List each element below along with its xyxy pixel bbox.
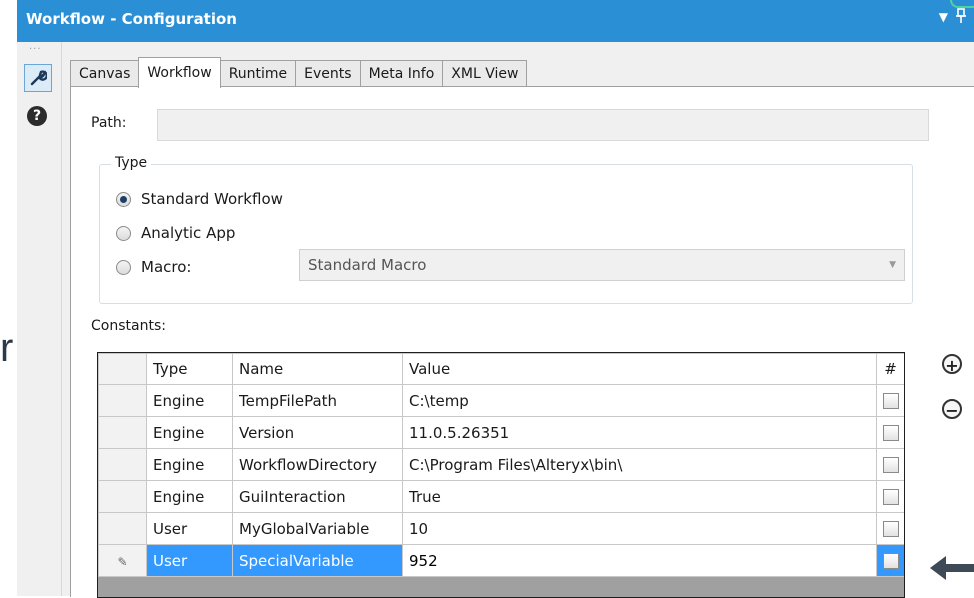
column-header-hash[interactable]: # bbox=[876, 353, 904, 385]
wrench-icon[interactable] bbox=[24, 64, 52, 92]
tab-meta-info[interactable]: Meta Info bbox=[359, 60, 444, 87]
row-header[interactable]: ✎ bbox=[98, 544, 147, 577]
row-checkbox[interactable] bbox=[876, 512, 904, 545]
cell-value[interactable]: 10 bbox=[402, 512, 877, 545]
cell-name[interactable]: WorkflowDirectory bbox=[232, 448, 403, 481]
column-header-value[interactable]: Value bbox=[402, 353, 877, 385]
radio-analytic-app[interactable]: Analytic App bbox=[116, 224, 235, 242]
tab-bar: Canvas Workflow Runtime Events Meta Info… bbox=[70, 57, 528, 88]
cell-name[interactable]: Version bbox=[232, 416, 403, 449]
cell-type[interactable]: Engine bbox=[146, 448, 233, 481]
table-row[interactable]: Engine Version 11.0.5.26351 bbox=[98, 416, 904, 449]
configuration-panel: Canvas Workflow Runtime Events Meta Info… bbox=[62, 42, 974, 598]
cell-type[interactable]: Engine bbox=[146, 416, 233, 449]
column-header-name[interactable]: Name bbox=[232, 353, 403, 385]
table-row-selected[interactable]: ✎ User SpecialVariable 952 bbox=[98, 544, 904, 577]
cell-type[interactable]: User bbox=[146, 544, 233, 577]
row-header[interactable] bbox=[98, 480, 147, 513]
column-header-type[interactable]: Type bbox=[146, 353, 233, 385]
cell-value[interactable]: C:\Program Files\Alteryx\bin\ bbox=[402, 448, 877, 481]
checkbox-icon[interactable] bbox=[882, 393, 899, 409]
checkbox-icon[interactable] bbox=[882, 457, 899, 473]
help-icon[interactable]: ? bbox=[27, 106, 47, 126]
path-field[interactable] bbox=[157, 109, 929, 141]
cell-name[interactable]: SpecialVariable bbox=[232, 544, 403, 577]
radio-label: Macro: bbox=[141, 258, 192, 276]
add-constant-button[interactable]: + bbox=[942, 354, 962, 375]
tab-workflow[interactable]: Workflow bbox=[138, 57, 221, 88]
radio-unchecked-icon[interactable] bbox=[116, 259, 131, 275]
radio-label: Standard Workflow bbox=[141, 190, 283, 208]
type-legend: Type bbox=[111, 155, 152, 171]
chevron-down-icon: ▼ bbox=[889, 260, 896, 270]
row-header[interactable] bbox=[98, 384, 147, 417]
constants-grid: Type Name Value # Engine TempFilePath C:… bbox=[97, 352, 905, 598]
row-header[interactable] bbox=[98, 512, 147, 545]
row-checkbox[interactable] bbox=[876, 544, 904, 577]
cell-name[interactable]: MyGlobalVariable bbox=[232, 512, 403, 545]
table-row[interactable]: Engine TempFilePath C:\temp bbox=[98, 384, 904, 417]
remove-constant-button[interactable]: − bbox=[942, 399, 962, 420]
macro-select-value: Standard Macro bbox=[308, 256, 427, 274]
radio-checked-icon[interactable] bbox=[116, 191, 131, 207]
sidebar: ··· ? bbox=[17, 42, 62, 596]
cell-value[interactable]: C:\temp bbox=[402, 384, 877, 417]
checkbox-icon[interactable] bbox=[882, 553, 899, 569]
table-row[interactable]: Engine GuiInteraction True bbox=[98, 480, 904, 513]
pin-icon[interactable] bbox=[956, 8, 966, 28]
radio-unchecked-icon[interactable] bbox=[116, 225, 131, 241]
macro-type-select[interactable]: Standard Macro ▼ bbox=[299, 249, 905, 281]
radio-macro[interactable]: Macro: bbox=[116, 258, 191, 276]
window-title: Workflow - Configuration bbox=[26, 10, 237, 28]
tab-events[interactable]: Events bbox=[295, 60, 361, 87]
cell-value-editing[interactable]: 952 bbox=[402, 544, 877, 577]
workflow-tab-panel: Path: Type Standard Workflow Analytic Ap… bbox=[70, 86, 974, 598]
corner-decoration bbox=[950, 0, 974, 8]
table-row[interactable]: Engine WorkflowDirectory C:\Program File… bbox=[98, 448, 904, 481]
row-checkbox[interactable] bbox=[876, 448, 904, 481]
tab-xml-view[interactable]: XML View bbox=[442, 60, 528, 87]
cell-name[interactable]: TempFilePath bbox=[232, 384, 403, 417]
checkbox-icon[interactable] bbox=[882, 425, 899, 441]
dropdown-icon[interactable]: ▼ bbox=[939, 10, 948, 24]
row-header-corner bbox=[98, 353, 147, 385]
radio-label: Analytic App bbox=[141, 224, 236, 242]
tab-canvas[interactable]: Canvas bbox=[70, 60, 140, 87]
row-checkbox[interactable] bbox=[876, 384, 904, 417]
left-overflow-text: r bbox=[0, 326, 14, 370]
row-header[interactable] bbox=[98, 448, 147, 481]
constants-label: Constants: bbox=[91, 318, 166, 334]
tab-runtime[interactable]: Runtime bbox=[219, 60, 297, 87]
cell-type[interactable]: User bbox=[146, 512, 233, 545]
pencil-icon: ✎ bbox=[117, 554, 128, 569]
row-header[interactable] bbox=[98, 416, 147, 449]
table-row[interactable]: User MyGlobalVariable 10 bbox=[98, 512, 904, 545]
cell-type[interactable]: Engine bbox=[146, 480, 233, 513]
cell-type[interactable]: Engine bbox=[146, 384, 233, 417]
radio-standard-workflow[interactable]: Standard Workflow bbox=[116, 190, 283, 208]
window-titlebar: Workflow - Configuration ▼ bbox=[17, 0, 974, 42]
arrow-left-icon bbox=[930, 556, 974, 580]
row-checkbox[interactable] bbox=[876, 480, 904, 513]
row-checkbox[interactable] bbox=[876, 416, 904, 449]
table-header-row: Type Name Value # bbox=[98, 353, 904, 385]
cell-name[interactable]: GuiInteraction bbox=[232, 480, 403, 513]
cell-value[interactable]: True bbox=[402, 480, 877, 513]
grip-icon[interactable]: ··· bbox=[29, 44, 42, 55]
checkbox-icon[interactable] bbox=[882, 489, 899, 505]
cell-value[interactable]: 11.0.5.26351 bbox=[402, 416, 877, 449]
path-label: Path: bbox=[91, 115, 127, 131]
checkbox-icon[interactable] bbox=[882, 521, 899, 537]
